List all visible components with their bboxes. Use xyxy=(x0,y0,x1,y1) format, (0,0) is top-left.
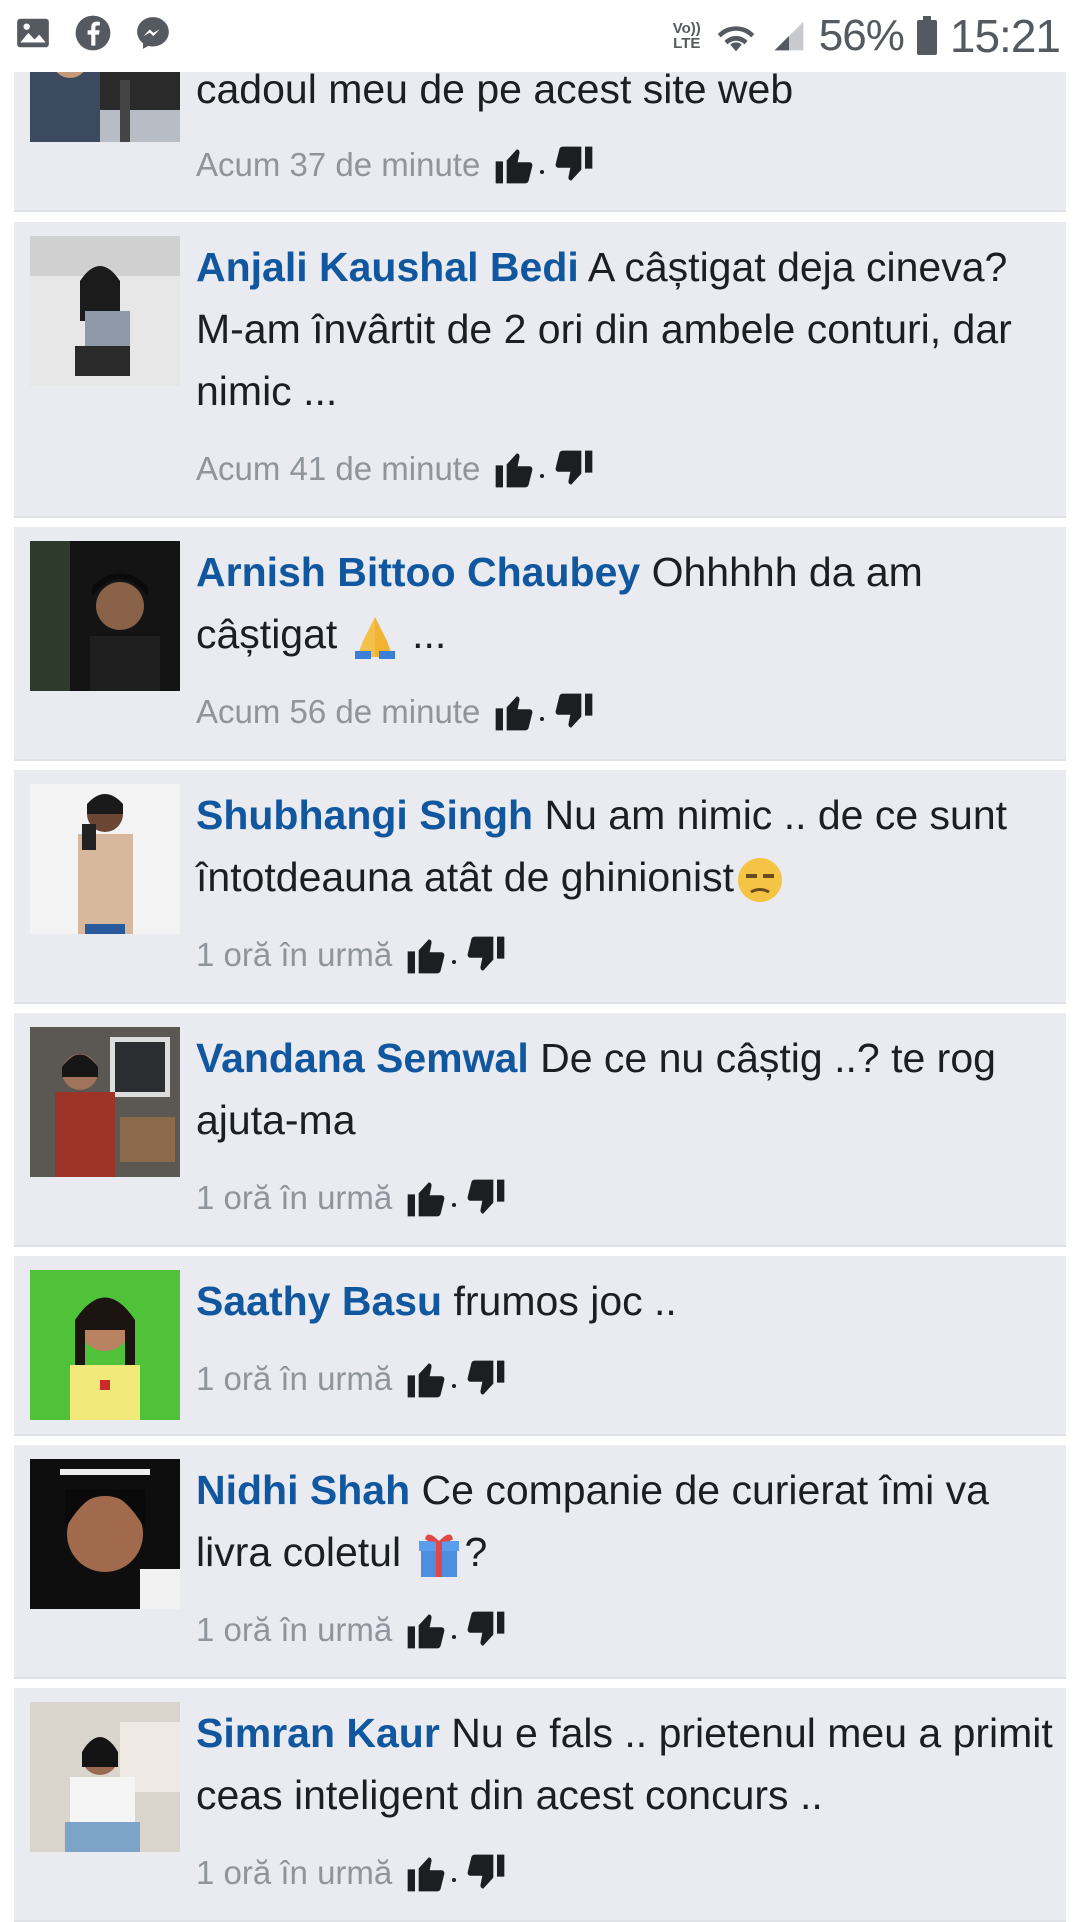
comment-text: Anjali Kaushal Bedi A câștigat deja cine… xyxy=(196,236,1054,422)
comment-timestamp[interactable]: 1 oră în urmă xyxy=(196,936,392,974)
comment-text: Arnish Bittoo Chaubey Ohhhhh da am câști… xyxy=(196,541,1054,665)
commenter-name[interactable]: Shubhangi Singh xyxy=(196,792,533,838)
comment-timestamp[interactable]: 1 oră în urmă xyxy=(196,1179,392,1217)
commenter-name[interactable]: Anjali Kaushal Bedi xyxy=(196,244,579,290)
thumbs-down-icon[interactable] xyxy=(552,447,596,491)
comment-timestamp[interactable]: Acum 41 de minute xyxy=(196,450,480,488)
commenter-name[interactable]: Arnish Bittoo Chaubey xyxy=(196,549,640,595)
thumbs-down-icon[interactable] xyxy=(464,1357,508,1401)
separator-dot xyxy=(540,474,545,478)
comment-card: Saathy Basu frumos joc .. 1 oră în urmă xyxy=(14,1256,1066,1436)
comment-card: Nidhi Shah Ce companie de curierat îmi v… xyxy=(14,1445,1066,1679)
comment-message: cadoul meu de pe acest site web xyxy=(196,66,794,112)
commenter-name[interactable]: Nidhi Shah xyxy=(196,1467,410,1513)
comment-timestamp[interactable]: Acum 56 de minute xyxy=(196,693,480,731)
commenter-name[interactable]: Vandana Semwal xyxy=(196,1035,529,1081)
thumbs-up-icon[interactable] xyxy=(404,1608,448,1652)
comment-text: Nidhi Shah Ce companie de curierat îmi v… xyxy=(196,1459,1054,1583)
comment-timestamp[interactable]: Acum 37 de minute xyxy=(196,146,480,184)
avatar[interactable] xyxy=(30,541,180,691)
thumbs-down-icon[interactable] xyxy=(552,690,596,734)
notification-icons xyxy=(14,14,172,52)
separator-dot xyxy=(452,1384,457,1388)
thumbs-up-icon[interactable] xyxy=(404,1851,448,1895)
comment-meta: 1 oră în urmă xyxy=(196,1354,508,1404)
comment-text: Simran Kaur Nu e fals .. prietenul meu a… xyxy=(196,1702,1054,1826)
battery-percent: 56% xyxy=(818,11,905,60)
thumbs-up-icon[interactable] xyxy=(404,933,448,977)
comment-text: Saathy Basu frumos joc .. xyxy=(196,1270,1054,1332)
comment-message-tail: ? xyxy=(464,1529,488,1575)
comment-meta: 1 oră în urmă xyxy=(196,1173,508,1223)
lte-label: LTE xyxy=(673,35,701,52)
separator-dot xyxy=(452,1203,457,1207)
thumbs-up-icon[interactable] xyxy=(492,143,536,187)
facebook-icon xyxy=(75,15,111,51)
separator-dot xyxy=(452,1878,457,1882)
thumbs-down-icon[interactable] xyxy=(464,933,508,977)
comment-card: Shubhangi Singh Nu am nimic .. de ce sun… xyxy=(14,770,1066,1004)
comment-text: Vandana Semwal De ce nu câștig ..? te ro… xyxy=(196,1027,1054,1151)
thumbs-up-icon[interactable] xyxy=(492,447,536,491)
comments-feed: cadoul meu de pe acest site web Acum 37 … xyxy=(0,0,1080,1922)
clock: 15:21 xyxy=(949,10,1061,62)
commenter-name[interactable]: Saathy Basu xyxy=(196,1278,442,1324)
battery-icon xyxy=(916,16,937,55)
commenter-name[interactable]: Simran Kaur xyxy=(196,1710,440,1756)
thumbs-up-icon[interactable] xyxy=(404,1357,448,1401)
thumbs-down-icon[interactable] xyxy=(464,1176,508,1220)
unamused-face-emoji xyxy=(738,858,782,903)
comment-meta: Acum 37 de minute xyxy=(196,140,596,190)
comment-meta: 1 oră în urmă xyxy=(196,1605,508,1655)
separator-dot xyxy=(452,1635,457,1639)
folded-hands-emoji xyxy=(354,617,395,660)
comment-meta: Acum 56 de minute xyxy=(196,687,596,737)
avatar[interactable] xyxy=(30,1027,180,1177)
thumbs-up-icon[interactable] xyxy=(404,1176,448,1220)
avatar[interactable] xyxy=(30,784,180,934)
comment-message-tail: ... xyxy=(400,611,447,657)
comment-meta: 1 oră în urmă xyxy=(196,930,508,980)
comment-timestamp[interactable]: 1 oră în urmă xyxy=(196,1611,392,1649)
comment-meta: 1 oră în urmă xyxy=(196,1848,508,1898)
thumbs-down-icon[interactable] xyxy=(552,143,596,187)
avatar[interactable] xyxy=(30,1270,180,1420)
signal-icon xyxy=(774,21,804,51)
gallery-icon xyxy=(17,18,49,48)
comment-meta: Acum 41 de minute xyxy=(196,444,596,494)
avatar[interactable] xyxy=(30,236,180,386)
status-bar: Vo)) LTE 56% 15:21 xyxy=(0,0,1080,72)
comment-card: Simran Kaur Nu e fals .. prietenul meu a… xyxy=(14,1688,1066,1922)
separator-dot xyxy=(540,717,545,721)
thumbs-down-icon[interactable] xyxy=(464,1851,508,1895)
comment-timestamp[interactable]: 1 oră în urmă xyxy=(196,1360,392,1398)
comment-timestamp[interactable]: 1 oră în urmă xyxy=(196,1854,392,1892)
avatar[interactable] xyxy=(30,1702,180,1852)
avatar[interactable] xyxy=(30,1459,180,1609)
separator-dot xyxy=(540,170,545,174)
gift-emoji xyxy=(418,1534,459,1578)
system-indicators: Vo)) LTE 56% 15:21 xyxy=(673,6,1061,66)
volte-indicator: Vo)) LTE xyxy=(673,21,701,51)
volte-label: Vo)) xyxy=(672,20,701,37)
comment-card: Arnish Bittoo Chaubey Ohhhhh da am câști… xyxy=(14,527,1066,761)
comment-message: frumos joc .. xyxy=(453,1278,677,1324)
messenger-icon xyxy=(137,17,169,49)
thumbs-down-icon[interactable] xyxy=(464,1608,508,1652)
comment-text: Shubhangi Singh Nu am nimic .. de ce sun… xyxy=(196,784,1054,908)
thumbs-up-icon[interactable] xyxy=(492,690,536,734)
wifi-icon xyxy=(717,26,755,52)
comment-card: Anjali Kaushal Bedi A câștigat deja cine… xyxy=(14,222,1066,518)
separator-dot xyxy=(452,960,457,964)
comment-card: Vandana Semwal De ce nu câștig ..? te ro… xyxy=(14,1013,1066,1247)
